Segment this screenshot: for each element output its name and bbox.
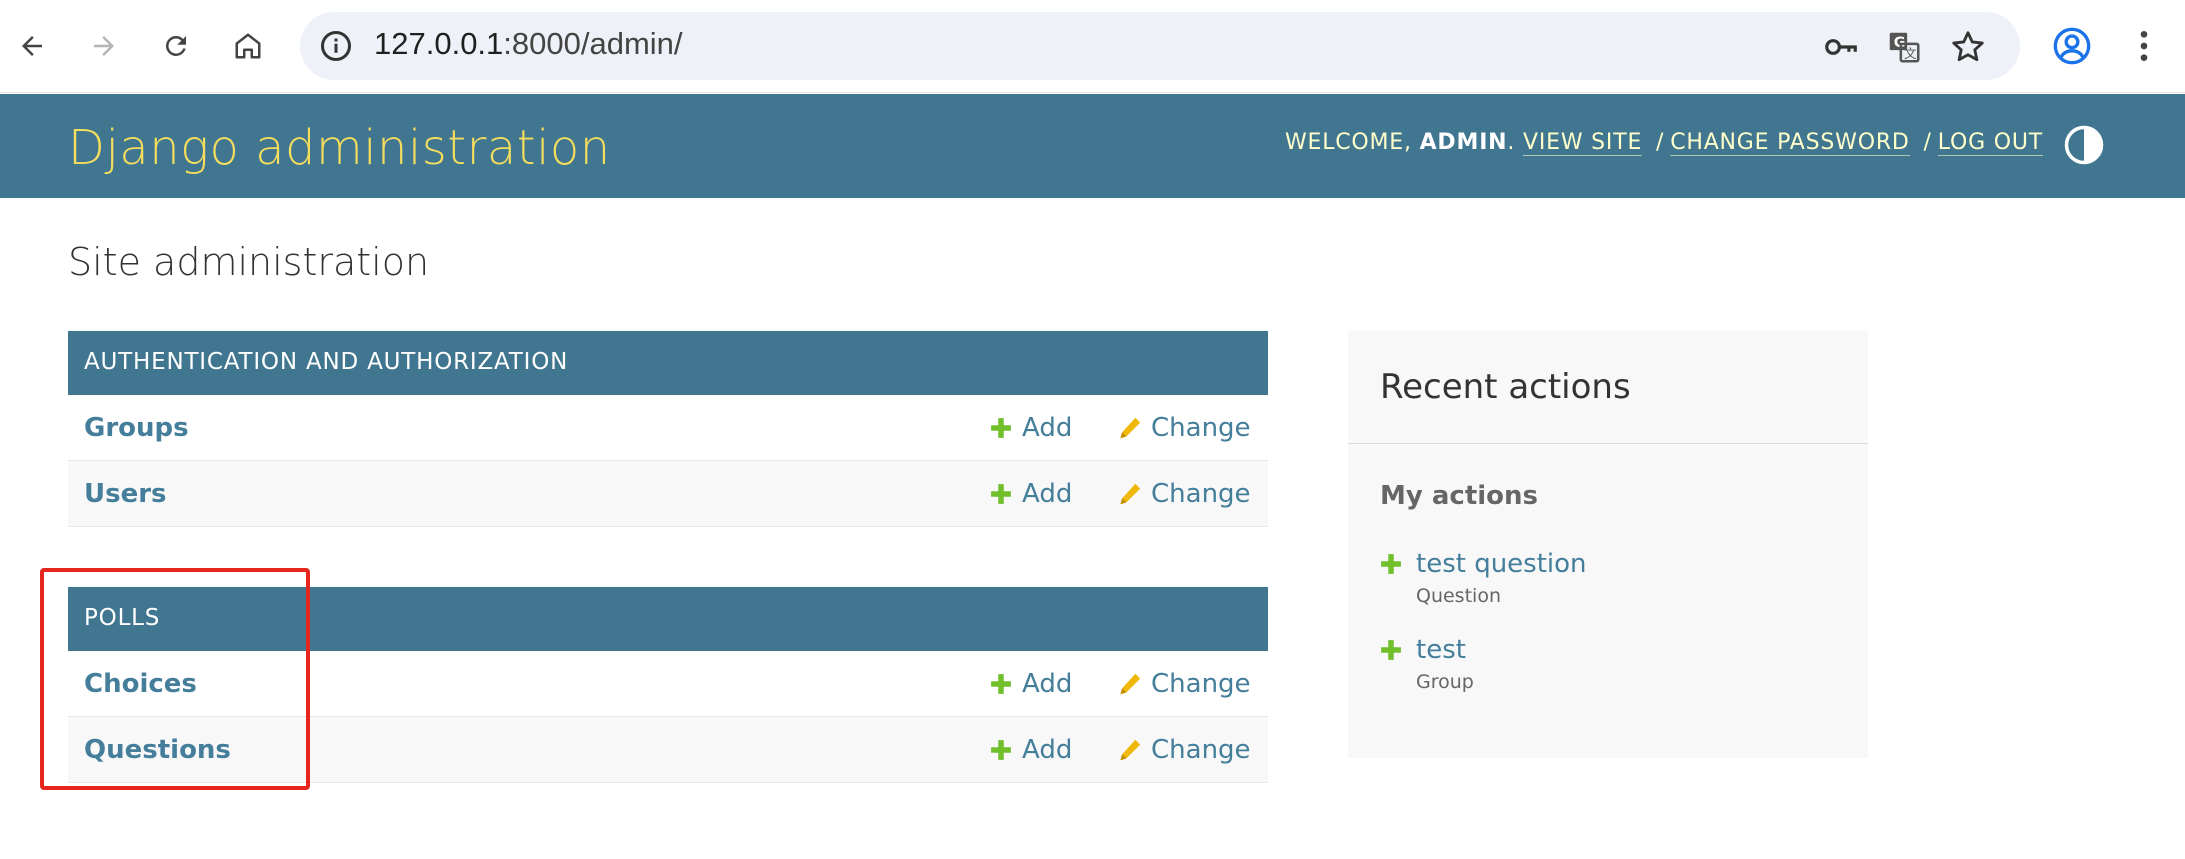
- change-link[interactable]: Change: [1118, 669, 1251, 699]
- separator: /: [1923, 130, 1932, 155]
- welcome-text: WELCOME,: [1284, 130, 1412, 155]
- plus-icon: [991, 484, 1011, 504]
- url-host: 127.0.0.1: [374, 26, 504, 61]
- change-label: Change: [1151, 413, 1251, 443]
- table-row: Users Add Change: [68, 461, 1268, 527]
- log-out-link[interactable]: LOG OUT: [1937, 130, 2043, 156]
- separator: /: [1655, 130, 1665, 155]
- plus-icon: [1381, 640, 1401, 660]
- forward-arrow-icon: [94, 36, 114, 56]
- add-label: Add: [1022, 413, 1073, 443]
- change-password-link[interactable]: CHANGE PASSWORD: [1670, 130, 1910, 156]
- pencil-icon: [1120, 739, 1141, 761]
- my-actions-heading: My actions: [1380, 481, 1539, 511]
- address-bar[interactable]: 127.0.0.1:8000/admin/ G文: [300, 12, 2020, 80]
- plus-icon: [1381, 554, 1401, 574]
- highlight-annotation-box: [40, 568, 310, 790]
- add-link[interactable]: Add: [990, 413, 1072, 443]
- browser-menu-icon[interactable]: [2124, 26, 2164, 66]
- add-link[interactable]: Add: [990, 669, 1072, 699]
- home-button[interactable]: [226, 24, 270, 68]
- change-label: Change: [1151, 479, 1251, 509]
- change-label: Change: [1151, 669, 1251, 699]
- model-link-users[interactable]: Users: [84, 479, 167, 509]
- recent-action-link[interactable]: test question: [1416, 549, 1587, 579]
- username: ADMIN: [1419, 130, 1508, 155]
- recent-action-link[interactable]: test: [1416, 635, 1466, 665]
- model-link-groups[interactable]: Groups: [84, 413, 189, 443]
- table-row: Groups Add Change: [68, 395, 1268, 461]
- pencil-icon: [1120, 673, 1141, 695]
- change-label: Change: [1151, 735, 1251, 765]
- plus-icon: [991, 740, 1011, 760]
- change-link[interactable]: Change: [1118, 413, 1251, 443]
- add-label: Add: [1022, 479, 1073, 509]
- change-link[interactable]: Change: [1118, 735, 1251, 765]
- browser-toolbar: 127.0.0.1:8000/admin/ G文: [0, 0, 2185, 93]
- recent-action-type: Group: [1416, 671, 1474, 693]
- module-auth: AUTHENTICATION AND AUTHORIZATION Groups …: [68, 331, 1268, 527]
- site-info-icon[interactable]: [318, 28, 354, 64]
- bookmark-star-icon[interactable]: [1949, 28, 1987, 66]
- page-title: Site administration: [68, 240, 430, 284]
- url-text[interactable]: 127.0.0.1:8000/admin/: [374, 26, 683, 62]
- add-link[interactable]: Add: [990, 479, 1072, 509]
- forward-button[interactable]: [82, 24, 126, 68]
- profile-avatar-icon[interactable]: [2052, 26, 2092, 66]
- django-header: Django administration WELCOME, ADMIN. VI…: [0, 94, 2185, 198]
- recent-actions-title: Recent actions: [1380, 367, 1631, 407]
- add-label: Add: [1022, 735, 1073, 765]
- module-caption[interactable]: AUTHENTICATION AND AUTHORIZATION: [68, 331, 1268, 395]
- url-path: :8000/admin/: [503, 26, 683, 61]
- view-site-link[interactable]: VIEW SITE: [1522, 130, 1643, 156]
- plus-icon: [991, 418, 1011, 438]
- pencil-icon: [1120, 417, 1141, 439]
- home-icon: [235, 33, 261, 59]
- site-branding[interactable]: Django administration: [68, 120, 611, 176]
- back-arrow-icon: [22, 36, 42, 56]
- user-tools: WELCOME, ADMIN. VIEW SITE / CHANGE PASSWO…: [1284, 130, 2043, 156]
- divider: [1348, 443, 1868, 444]
- theme-toggle-icon[interactable]: [2063, 124, 2105, 166]
- change-link[interactable]: Change: [1118, 479, 1251, 509]
- add-link[interactable]: Add: [990, 735, 1072, 765]
- reload-icon: [166, 36, 186, 56]
- back-button[interactable]: [10, 24, 54, 68]
- svg-text:文: 文: [1904, 46, 1917, 61]
- password-key-icon[interactable]: [1822, 28, 1860, 66]
- translate-icon[interactable]: G文: [1885, 28, 1923, 66]
- pencil-icon: [1120, 483, 1141, 505]
- recent-action-type: Question: [1416, 585, 1501, 607]
- plus-icon: [991, 674, 1011, 694]
- recent-actions-panel: Recent actions My actions test question …: [1348, 331, 1868, 758]
- add-label: Add: [1022, 669, 1073, 699]
- reload-button[interactable]: [154, 24, 198, 68]
